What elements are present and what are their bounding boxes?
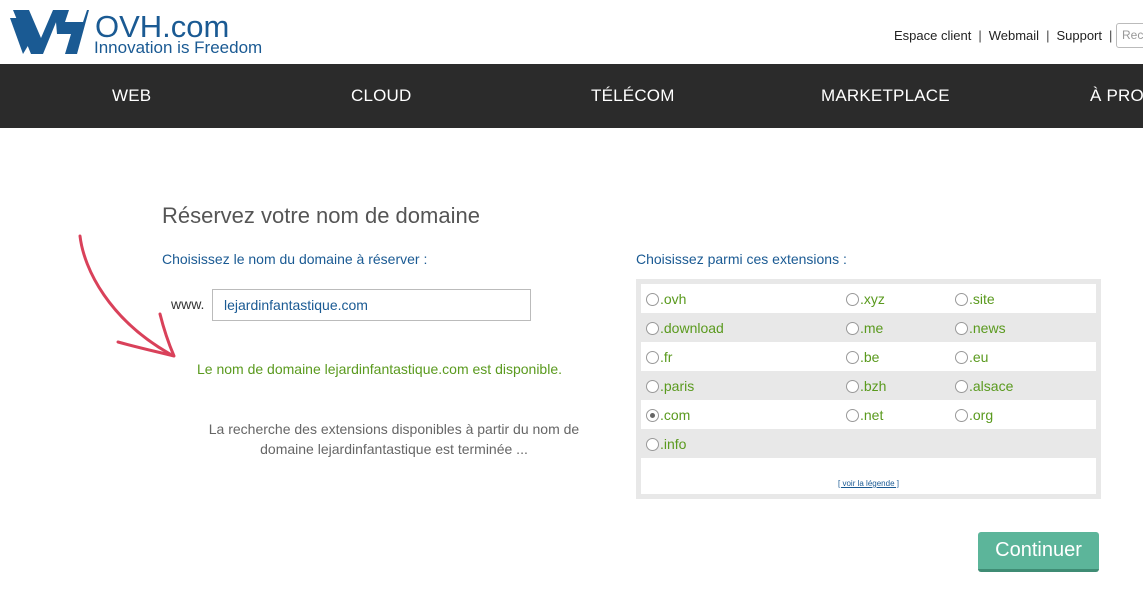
extension-label: .fr bbox=[660, 349, 673, 365]
extension-row: .ovh .xyz .site bbox=[641, 284, 1096, 313]
red-arrow-icon bbox=[78, 234, 176, 358]
nav-item-telecom[interactable]: TÉLÉCOM bbox=[591, 86, 675, 106]
continue-button[interactable]: Continuer bbox=[978, 532, 1099, 572]
extension-label: .eu bbox=[969, 349, 989, 365]
site-header: OVH.com Innovation is Freedom Espace cli… bbox=[0, 0, 1143, 64]
extension-option-info[interactable]: .info bbox=[646, 436, 686, 452]
extensions-label: Choisissez parmi ces extensions : bbox=[636, 251, 847, 267]
radio-button[interactable] bbox=[646, 380, 659, 393]
domain-input[interactable] bbox=[212, 289, 531, 321]
radio-button[interactable] bbox=[646, 438, 659, 451]
logo-tagline: Innovation is Freedom bbox=[94, 38, 263, 57]
legend-area: [ voir la légende ] bbox=[641, 458, 1096, 494]
extension-option-site[interactable]: .site bbox=[955, 291, 995, 307]
extension-label: .net bbox=[860, 407, 884, 423]
radio-button[interactable] bbox=[846, 409, 859, 422]
support-link[interactable]: Support bbox=[1056, 28, 1102, 43]
search-status-message: La recherche des extensions disponibles … bbox=[208, 421, 580, 457]
legend-link[interactable]: [ voir la légende ] bbox=[641, 479, 1096, 488]
radio-button[interactable] bbox=[646, 322, 659, 335]
extension-option-ovh[interactable]: .ovh bbox=[646, 291, 686, 307]
extension-row: .paris .bzh .alsace bbox=[641, 371, 1096, 400]
extension-label: .paris bbox=[660, 378, 695, 394]
extensions-panel: .ovh .xyz .site .download .me .news .fr … bbox=[636, 279, 1101, 499]
top-links: Espace client | Webmail | Support | bbox=[894, 28, 1119, 48]
extension-option-news[interactable]: .news bbox=[955, 320, 1006, 336]
extension-label: .ovh bbox=[660, 291, 687, 307]
extension-label: .news bbox=[969, 320, 1006, 336]
extension-option-eu[interactable]: .eu bbox=[955, 349, 988, 365]
extension-option-bzh[interactable]: .bzh bbox=[846, 378, 886, 394]
page-title: Réservez votre nom de domaine bbox=[162, 203, 480, 228]
radio-button[interactable] bbox=[955, 380, 968, 393]
nav-item-a-propos[interactable]: À PROPOS bbox=[1090, 86, 1143, 106]
webmail-link[interactable]: Webmail bbox=[989, 28, 1039, 43]
extension-label: .be bbox=[860, 349, 880, 365]
radio-button[interactable] bbox=[955, 322, 968, 335]
extension-option-com[interactable]: .com bbox=[646, 407, 690, 423]
extension-row: .com .net .org bbox=[641, 400, 1096, 429]
nav-item-marketplace[interactable]: MARKETPLACE bbox=[821, 86, 950, 106]
main-nav: WEB CLOUD TÉLÉCOM MARKETPLACE À PROPOS bbox=[0, 64, 1143, 128]
extension-label: .info bbox=[660, 436, 687, 452]
extension-option-xyz[interactable]: .xyz bbox=[846, 291, 885, 307]
extension-label: .org bbox=[969, 407, 994, 423]
extension-row: .info bbox=[641, 429, 1096, 458]
availability-message: Le nom de domaine lejardinfantastique.co… bbox=[197, 361, 563, 377]
top-search-input[interactable]: Rech bbox=[1116, 23, 1143, 48]
ovh-logo[interactable]: OVH.com Innovation is Freedom bbox=[9, 8, 299, 60]
domain-label: Choisissez le nom du domaine à réserver … bbox=[162, 251, 428, 267]
radio-button[interactable] bbox=[646, 293, 659, 306]
radio-button[interactable] bbox=[646, 351, 659, 364]
extension-label: .bzh bbox=[860, 378, 887, 394]
extension-label: .site bbox=[969, 291, 995, 307]
radio-button-selected[interactable] bbox=[646, 409, 659, 422]
link-separator: | bbox=[1046, 28, 1050, 43]
extension-row: .download .me .news bbox=[641, 313, 1096, 342]
extension-label: .alsace bbox=[969, 378, 1014, 394]
extension-option-paris[interactable]: .paris bbox=[646, 378, 694, 394]
extension-option-org[interactable]: .org bbox=[955, 407, 993, 423]
extension-label: .com bbox=[660, 407, 691, 423]
extension-row: .fr .be .eu bbox=[641, 342, 1096, 371]
radio-button[interactable] bbox=[955, 351, 968, 364]
extension-option-me[interactable]: .me bbox=[846, 320, 883, 336]
radio-button[interactable] bbox=[846, 380, 859, 393]
radio-button[interactable] bbox=[955, 293, 968, 306]
extension-option-net[interactable]: .net bbox=[846, 407, 883, 423]
link-separator: | bbox=[1109, 28, 1113, 43]
extension-label: .me bbox=[860, 320, 884, 336]
extension-option-download[interactable]: .download bbox=[646, 320, 724, 336]
radio-button[interactable] bbox=[846, 322, 859, 335]
ovh-logo-icon bbox=[10, 10, 89, 54]
extensions-grid: .ovh .xyz .site .download .me .news .fr … bbox=[641, 284, 1096, 494]
radio-button[interactable] bbox=[846, 293, 859, 306]
extension-label: .xyz bbox=[860, 291, 885, 307]
espace-client-link[interactable]: Espace client bbox=[894, 28, 971, 43]
extension-option-fr[interactable]: .fr bbox=[646, 349, 672, 365]
extension-label: .download bbox=[660, 320, 724, 336]
nav-item-cloud[interactable]: CLOUD bbox=[351, 86, 412, 106]
radio-button[interactable] bbox=[955, 409, 968, 422]
radio-button[interactable] bbox=[846, 351, 859, 364]
link-separator: | bbox=[978, 28, 982, 43]
extension-option-alsace[interactable]: .alsace bbox=[955, 378, 1013, 394]
extension-option-be[interactable]: .be bbox=[846, 349, 879, 365]
nav-item-web[interactable]: WEB bbox=[112, 86, 151, 106]
